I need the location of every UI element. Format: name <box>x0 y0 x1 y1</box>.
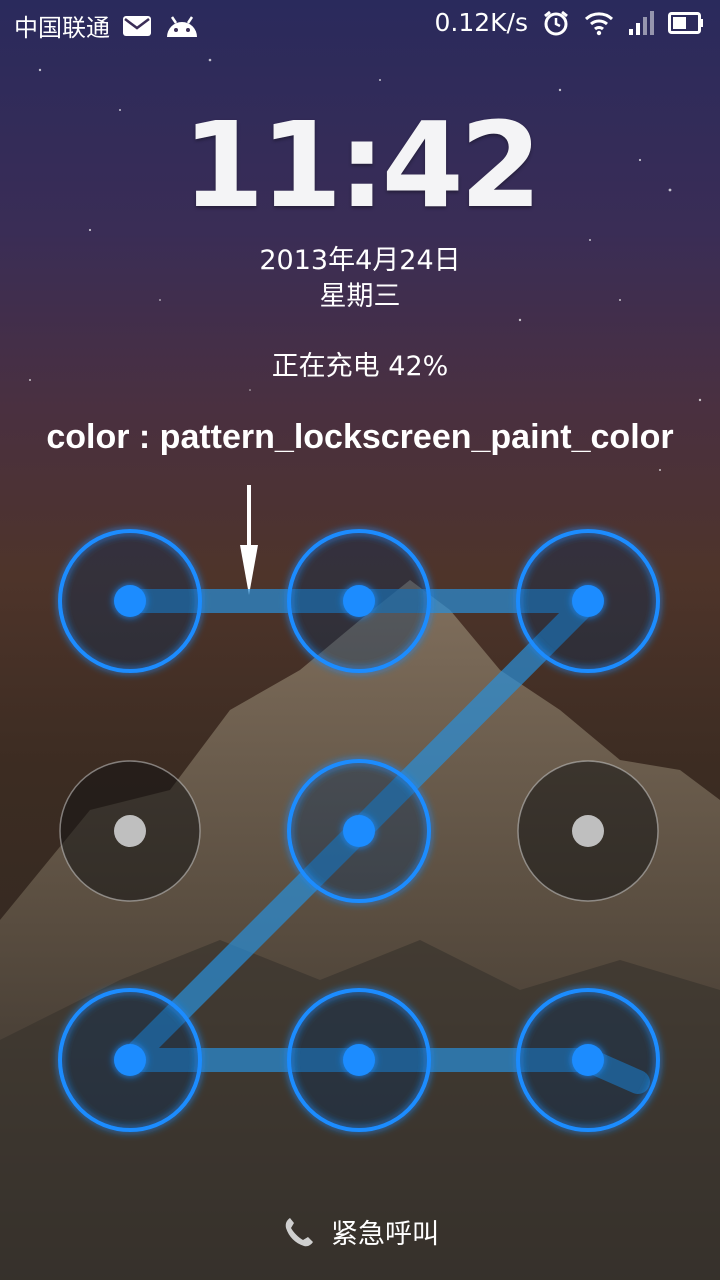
status-bar: 中国联通 0.12K/s <box>0 0 720 52</box>
pattern-node-3[interactable] <box>516 529 660 673</box>
pattern-lock-grid[interactable] <box>0 500 720 1160</box>
pattern-node-8[interactable] <box>287 988 431 1132</box>
mail-icon <box>123 15 151 36</box>
carrier-label: 中国联通 <box>14 14 110 42</box>
wifi-icon <box>584 11 614 35</box>
net-speed-label: 0.12K/s <box>434 8 528 37</box>
emergency-call-label: 紧急呼叫 <box>331 1219 439 1250</box>
lockscreen-date: 2013年4月24日 <box>259 245 461 276</box>
pattern-node-1[interactable] <box>58 529 202 673</box>
emergency-call-button[interactable]: 紧急呼叫 <box>0 1212 720 1251</box>
signal-icon <box>629 10 654 35</box>
pattern-node-2[interactable] <box>287 529 431 673</box>
pattern-node-9[interactable] <box>516 988 660 1132</box>
battery-icon <box>668 11 703 34</box>
charging-status: 正在充电 42% <box>271 351 449 382</box>
alarm-icon <box>544 10 568 35</box>
pattern-node-5[interactable] <box>287 759 431 903</box>
lockscreen-weekday: 星期三 <box>319 281 401 312</box>
lockscreen-clock: 11:42 <box>182 96 542 234</box>
android-icon <box>167 15 197 37</box>
annotation-label: color : pattern_lockscreen_paint_color <box>46 418 674 456</box>
pattern-node-6[interactable] <box>517 760 659 902</box>
phone-icon <box>285 1217 313 1246</box>
pattern-node-7[interactable] <box>58 988 202 1132</box>
pattern-node-4[interactable] <box>59 760 201 902</box>
